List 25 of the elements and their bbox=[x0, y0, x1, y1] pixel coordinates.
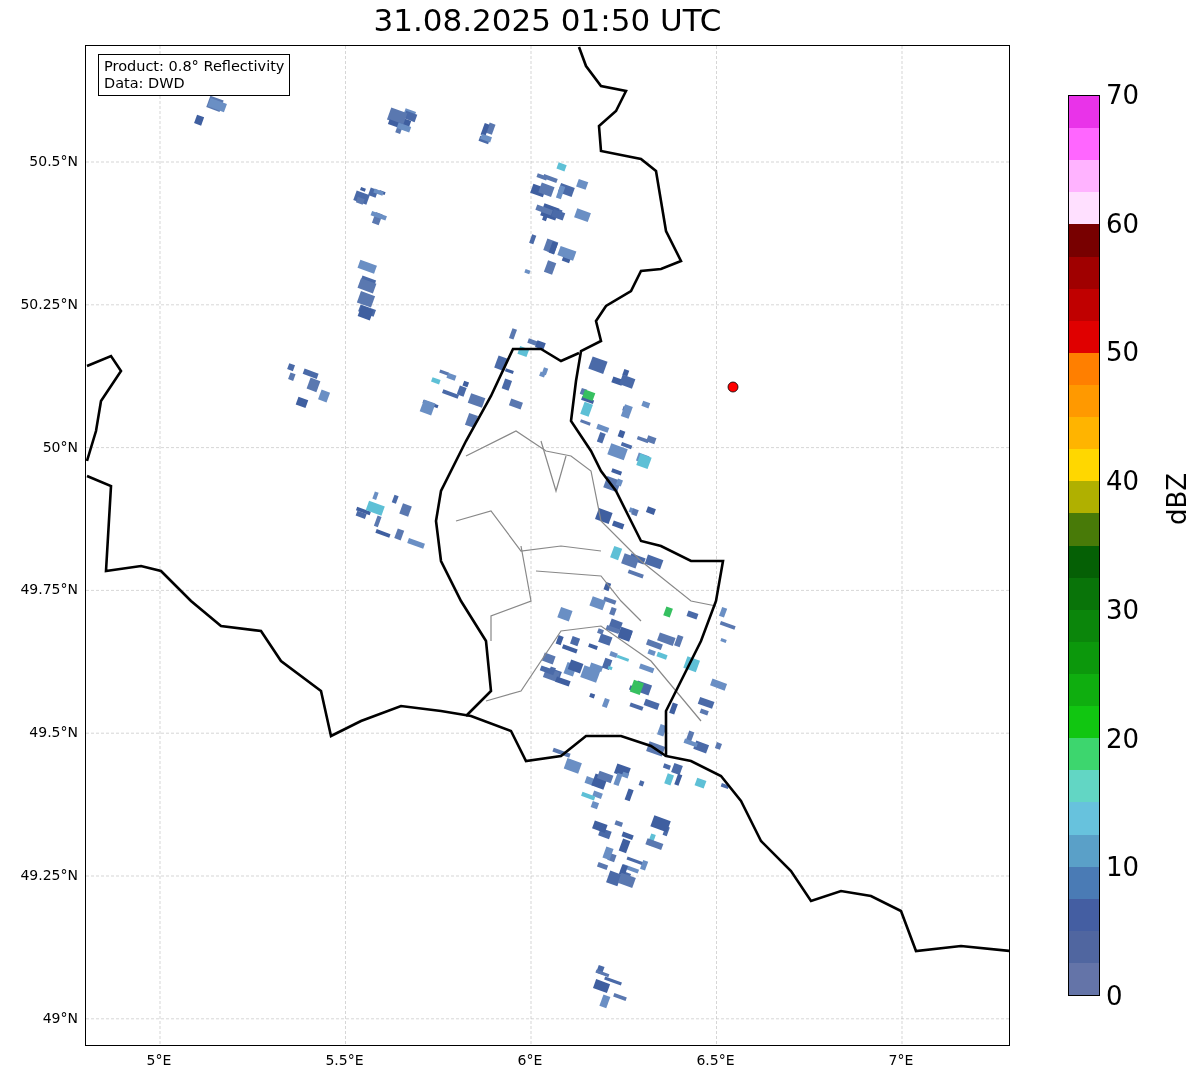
colorbar-tick-label: 0 bbox=[1106, 981, 1123, 1011]
latitude-label: 49.25°N bbox=[20, 866, 78, 884]
latitude-label: 50°N bbox=[42, 437, 78, 456]
longitude-label: 6.5°E bbox=[695, 1052, 736, 1068]
longitude-label: 5.5°E bbox=[324, 1052, 365, 1068]
latitude-label: 50.25°N bbox=[20, 294, 78, 313]
colorbar-tick-label: 50 bbox=[1106, 337, 1140, 368]
colorbar-label: dBZ bbox=[1162, 472, 1192, 525]
info-text: Data: DWD bbox=[104, 75, 186, 92]
colorbar-tick-label: 20 bbox=[1106, 723, 1140, 754]
longitude-label: 7°E bbox=[887, 1052, 915, 1068]
latitude-label: 49.5°N bbox=[29, 723, 78, 742]
radar-site-marker bbox=[727, 381, 739, 393]
colorbar-tick-label: 10 bbox=[1106, 852, 1140, 883]
longitude-label: 5°E bbox=[145, 1052, 173, 1068]
latitude-label: 50.5°N bbox=[29, 152, 78, 170]
colorbar-tick-label: 70 bbox=[1106, 80, 1140, 110]
colorbar-tick-label: 60 bbox=[1106, 208, 1140, 239]
colorbar-tick-label: 40 bbox=[1106, 466, 1140, 497]
longitude-label: 6°E bbox=[516, 1052, 544, 1068]
info-text: Product: 0.8° Reflectivity bbox=[104, 58, 285, 75]
chart-title: 31.08.2025 01:50 UTC bbox=[372, 1, 722, 40]
colorbar-tick-label: 30 bbox=[1106, 594, 1140, 625]
latitude-label: 49°N bbox=[42, 1008, 78, 1027]
latitude-label: 49.75°N bbox=[20, 580, 78, 599]
